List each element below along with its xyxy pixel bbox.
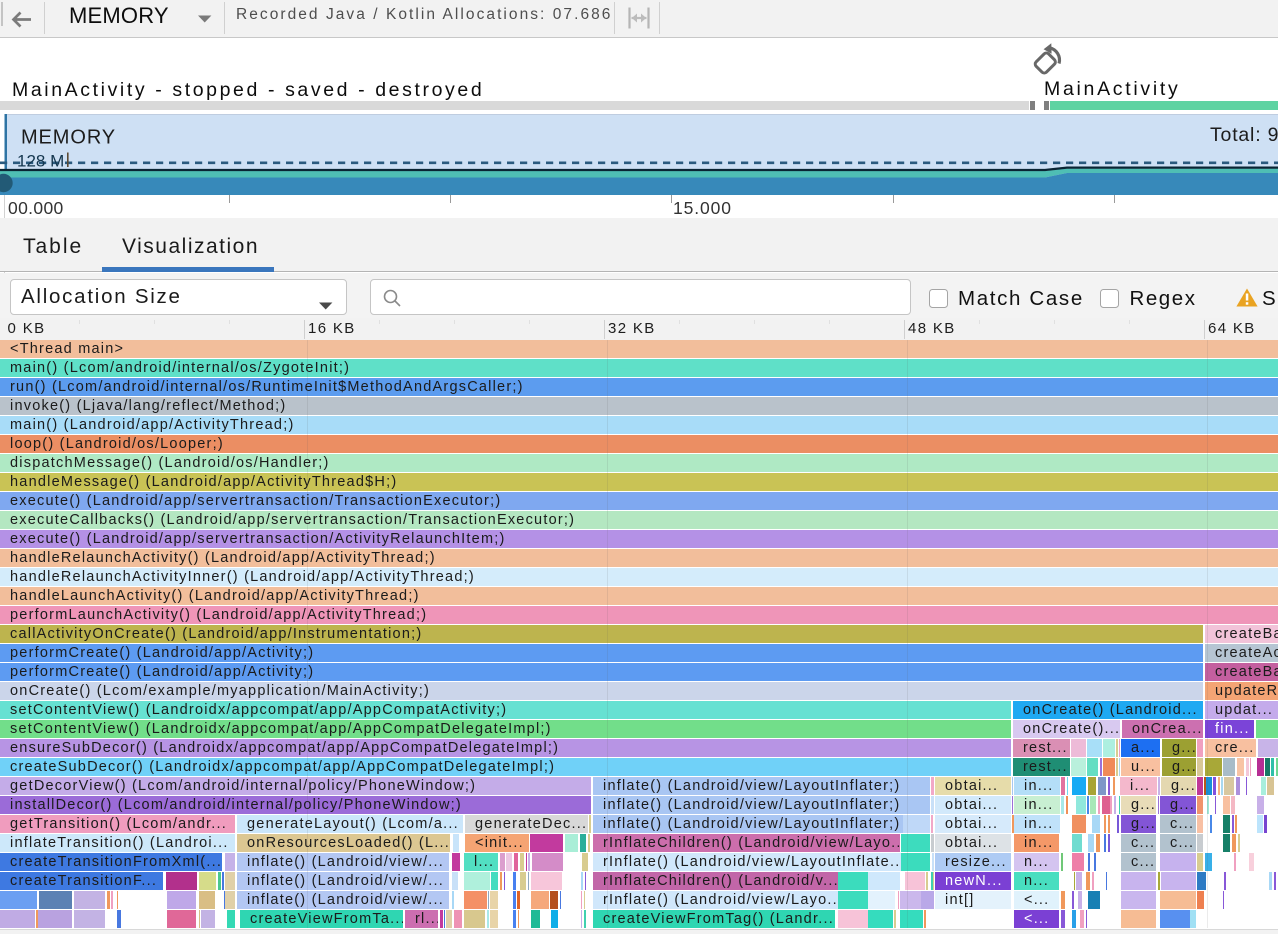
svg-text:MEMORY: MEMORY [21,126,116,148]
svg-text:Total: 9: Total: 9 [1210,124,1278,146]
svg-text:128 M: 128 M [17,151,64,170]
